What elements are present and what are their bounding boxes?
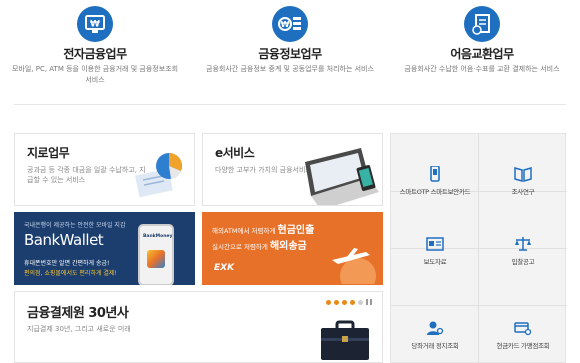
exk-line2: 실시간으로 저렴하게 해외송금 — [212, 241, 307, 252]
quick-link-research[interactable]: 조사연구 — [479, 152, 567, 209]
quick-link-checking-suspension[interactable]: 당좌거래 정지조회 — [391, 306, 479, 363]
scale-icon — [515, 237, 531, 251]
newspaper-icon — [426, 237, 444, 251]
slider-controls[interactable] — [326, 299, 372, 305]
bankmoney-badge: BankMoney — [143, 234, 173, 239]
service-desc: 모바일, PC, ATM 등을 이용한 금융거래 및 금융정보조회 서비스 — [11, 65, 179, 84]
bankwallet-brand: BankWallet — [24, 231, 104, 249]
quick-link-smart-otp[interactable]: 스마트OTP 스마트보안카드 — [391, 152, 479, 209]
quick-link-label: 입찰공고 — [511, 258, 535, 266]
exk-banner[interactable]: 해외ATM에서 저렴하게 현금인출 실시간으로 저렴하게 해외송금 EXK — [202, 212, 383, 285]
pause-icon[interactable] — [366, 299, 372, 305]
bankwallet-banner[interactable]: 국내은행이 제공하는 안전한 모바일 지갑 BankWallet 휴대폰번호만 … — [14, 212, 195, 285]
exk-logo: EXK — [214, 263, 235, 273]
giro-desc: 공과금 등 각종 대금을 일괄 수납하고, 지급할 수 있는 서비스 — [27, 166, 146, 184]
slider-dot[interactable] — [334, 299, 339, 305]
quick-link-label: 조사연구 — [511, 188, 535, 196]
giro-title: 지로업무 — [27, 146, 70, 160]
quick-link-label: 당좌거래 정지조회 — [411, 342, 459, 350]
history-desc: 지급결제 30년, 그리고 새로운 미래 — [27, 325, 131, 333]
slider-dot[interactable] — [350, 299, 355, 305]
quick-link-bidding[interactable]: 입찰공고 — [479, 222, 567, 279]
service-title: 어음교환업무 — [450, 47, 514, 61]
service-title: 금융정보업무 — [258, 47, 322, 61]
quick-link-cashcard-merchant[interactable]: 현금카드 가맹점조회 — [479, 306, 567, 363]
svg-text:₩: ₩ — [281, 20, 290, 29]
phone-wallet-icon: BankMoney — [138, 224, 174, 285]
card-search-icon — [514, 322, 532, 336]
quick-links-panel: 스마트OTP 스마트보안카드 조사연구 보도자료 입찰공고 당좌거래 정지조회 … — [390, 133, 567, 363]
phone-otp-icon — [430, 166, 440, 182]
exk-line1: 해외ATM에서 저렴하게 현금인출 — [212, 225, 315, 236]
quick-link-label: 스마트OTP 스마트보안카드 — [399, 188, 471, 196]
coin-stack-won-icon: ₩ — [272, 6, 308, 42]
quick-link-label: 현금카드 가맹점조회 — [496, 342, 550, 350]
service-row: ₩ 전자금융업무 모바일, PC, ATM 등을 이용한 금융거래 및 금융정보… — [0, 0, 580, 105]
bankwallet-line1: 휴대폰번호만 알면 간편하게 송금! — [24, 260, 110, 267]
slider-dot[interactable] — [342, 299, 347, 305]
document-exchange-icon — [464, 6, 500, 42]
section-divider — [14, 104, 566, 105]
slider-dot[interactable] — [326, 299, 331, 305]
airplane-globe-icon — [332, 248, 376, 284]
bankwallet-tagline: 국내은행이 제공하는 안전한 모바일 지갑 — [24, 222, 126, 229]
service-desc: 금융회사간 금융정보 중계 및 공동업무를 처리하는 서비스 — [206, 65, 374, 73]
laptop-phone-icon — [305, 148, 379, 205]
pie-document-icon — [135, 153, 182, 198]
slider-dot[interactable] — [358, 299, 363, 305]
history-title: 금융결제원 30년사 — [27, 306, 129, 321]
bankwallet-line2: 편의점, 쇼핑몰에서도 편리하게 결제! — [24, 270, 117, 277]
eservice-card[interactable]: e서비스 다양한 고부가 가치의 금융서비스 — [202, 133, 383, 206]
svg-text:₩: ₩ — [90, 20, 100, 30]
quick-link-press[interactable]: 보도자료 — [391, 222, 479, 279]
briefcase-icon — [321, 320, 369, 360]
monitor-won-icon: ₩ — [77, 6, 113, 42]
person-search-icon — [427, 321, 444, 335]
service-desc: 금융회사간 수납한 어음·수표를 교환 결제하는 서비스 — [404, 65, 560, 73]
giro-card[interactable]: 지로업무 공과금 등 각종 대금을 일괄 수납하고, 지급할 수 있는 서비스 — [14, 133, 195, 206]
quick-link-label: 보도자료 — [423, 258, 447, 266]
service-title: 전자금융업무 — [63, 47, 127, 61]
history-card[interactable]: 금융결제원 30년사 지급결제 30년, 그리고 새로운 미래 — [14, 291, 383, 363]
book-icon — [514, 167, 532, 182]
eservice-title: e서비스 — [215, 146, 255, 160]
